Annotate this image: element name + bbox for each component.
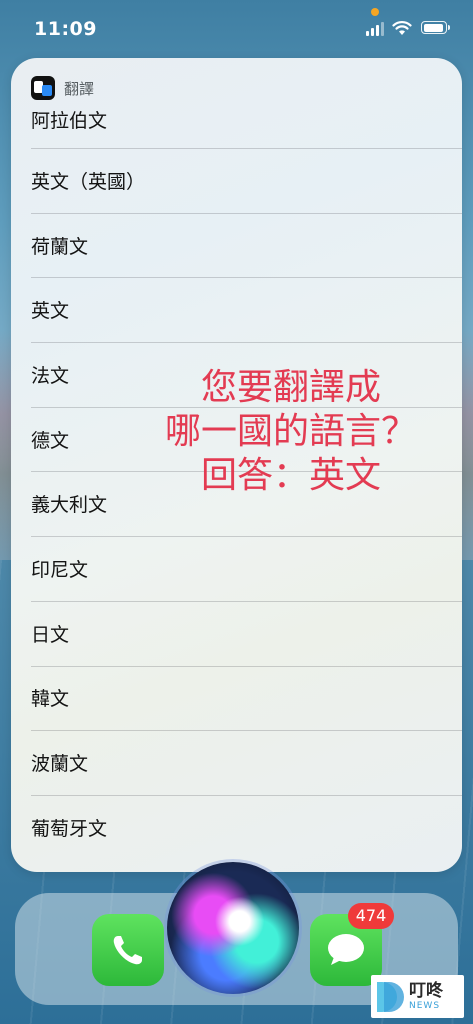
- language-option[interactable]: 印尼文: [11, 536, 462, 601]
- language-option[interactable]: 荷蘭文: [11, 212, 462, 278]
- caption-line: 回答：英文: [200, 455, 381, 496]
- language-option[interactable]: 韓文: [11, 665, 462, 731]
- translate-app-icon: [31, 76, 55, 100]
- caption-line: 您要翻譯成: [200, 367, 381, 408]
- message-bubble-icon: [328, 934, 364, 965]
- messages-badge: 474: [348, 903, 394, 929]
- siri-translate-card: 翻譯 阿拉伯文 英文（英國） 荷蘭文 英文 法文 德文 義大利文 印尼文 日文 …: [11, 58, 462, 872]
- language-option[interactable]: 英文（英國）: [11, 148, 462, 213]
- language-option[interactable]: 波蘭文: [11, 730, 462, 795]
- logo-en: NEWS: [409, 1000, 441, 1011]
- cellular-signal-icon: [366, 22, 386, 36]
- phone-icon: [113, 936, 142, 965]
- annotation-caption: 您要翻譯成 哪一國的語言？ 回答：英文: [121, 366, 461, 498]
- app-name: 翻譯: [64, 79, 95, 98]
- language-option[interactable]: 日文: [11, 600, 462, 666]
- siri-orb[interactable]: [167, 862, 299, 994]
- caption-line: 哪一國的語言？: [164, 411, 417, 452]
- language-option[interactable]: 英文: [11, 277, 462, 342]
- logo-mark-icon: [377, 981, 405, 1012]
- status-time: 11:09: [34, 18, 97, 40]
- language-option[interactable]: 葡萄牙文: [11, 794, 462, 860]
- privacy-indicator-dot: [371, 8, 379, 16]
- wifi-icon: [392, 21, 412, 35]
- language-option[interactable]: 阿拉伯文: [11, 100, 462, 148]
- phone-app-icon[interactable]: [92, 914, 164, 986]
- card-header: 翻譯: [31, 76, 94, 100]
- status-bar: 11:09: [0, 0, 473, 60]
- logo-cn: 叮咚: [409, 980, 443, 1001]
- watermark-logo: 叮咚 NEWS: [371, 975, 464, 1018]
- battery-icon: [421, 21, 450, 34]
